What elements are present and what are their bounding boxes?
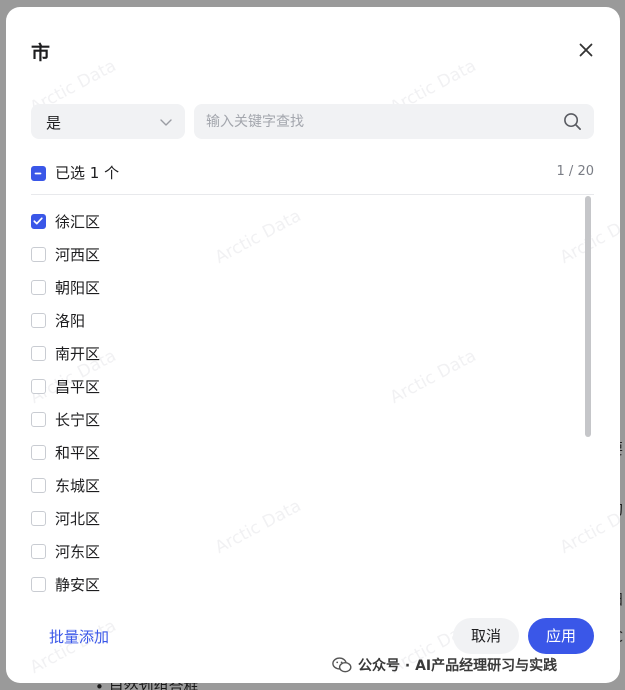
list-item[interactable]: 南开区 [31,338,561,368]
item-checkbox[interactable] [31,247,46,262]
cancel-button[interactable]: 取消 [453,618,519,654]
search-input[interactable] [206,104,546,139]
selected-count-label: 已选 1 个 [55,164,120,182]
item-label: 洛阳 [55,312,86,330]
check-icon [33,217,43,225]
chevron-down-icon [160,119,172,126]
list-item[interactable]: 洛阳 [31,305,561,335]
operator-select[interactable]: 是 [31,104,185,139]
list-item[interactable]: 和平区 [31,437,561,467]
item-checkbox[interactable] [31,445,46,460]
item-label: 长宁区 [55,411,101,429]
item-checkbox[interactable] [31,280,46,295]
select-all-checkbox[interactable] [31,166,46,181]
search-field [194,104,594,139]
list-item[interactable]: 朝阳区 [31,272,561,302]
city-filter-dialog: Arctic Data Arctic Data Arctic Data Arct… [6,7,620,683]
city-options-list: 徐汇区 河西区 朝阳区 洛阳 南开区 昌平区 长宁区 和平区 东城区 河北区 河… [31,200,581,596]
item-checkbox[interactable] [31,214,46,229]
minus-icon [34,172,42,175]
item-label: 南开区 [55,345,101,363]
apply-button[interactable]: 应用 [528,618,594,654]
item-checkbox[interactable] [31,313,46,328]
list-item[interactable]: 昌平区 [31,371,561,401]
list-item[interactable]: 徐汇区 [31,206,561,236]
list-item[interactable]: 河北区 [31,503,561,533]
item-label: 徐汇区 [55,213,101,231]
item-label: 静安区 [55,576,101,594]
list-item[interactable]: 东城区 [31,470,561,500]
list-item[interactable]: 河西区 [31,239,561,269]
divider [31,194,594,195]
item-label: 昌平区 [55,378,101,396]
item-checkbox[interactable] [31,346,46,361]
item-checkbox[interactable] [31,544,46,559]
item-checkbox[interactable] [31,577,46,592]
item-checkbox[interactable] [31,379,46,394]
item-label: 河西区 [55,246,101,264]
item-checkbox[interactable] [31,412,46,427]
list-item[interactable]: 静安区 [31,569,561,596]
close-icon[interactable] [576,40,596,60]
item-label: 朝阳区 [55,279,101,297]
search-icon[interactable] [563,112,582,131]
list-item[interactable]: 河东区 [31,536,561,566]
item-checkbox[interactable] [31,511,46,526]
list-item[interactable]: 长宁区 [31,404,561,434]
bulk-add-link[interactable]: 批量添加 [49,626,109,647]
operator-select-value: 是 [46,114,62,132]
item-checkbox[interactable] [31,478,46,493]
caption-text: 公众号 · AI产品经理研习与实践 [358,658,558,674]
selection-counter: 1 / 20 [556,164,594,179]
item-label: 河北区 [55,510,101,528]
scrollbar[interactable] [585,196,592,596]
selected-summary-row: 已选 1 个 1 / 20 [31,162,594,184]
scrollbar-thumb[interactable] [585,196,591,437]
item-label: 河东区 [55,543,101,561]
item-label: 东城区 [55,477,101,495]
item-label: 和平区 [55,444,101,462]
dialog-title: 市 [31,42,51,64]
wechat-icon [332,657,352,673]
